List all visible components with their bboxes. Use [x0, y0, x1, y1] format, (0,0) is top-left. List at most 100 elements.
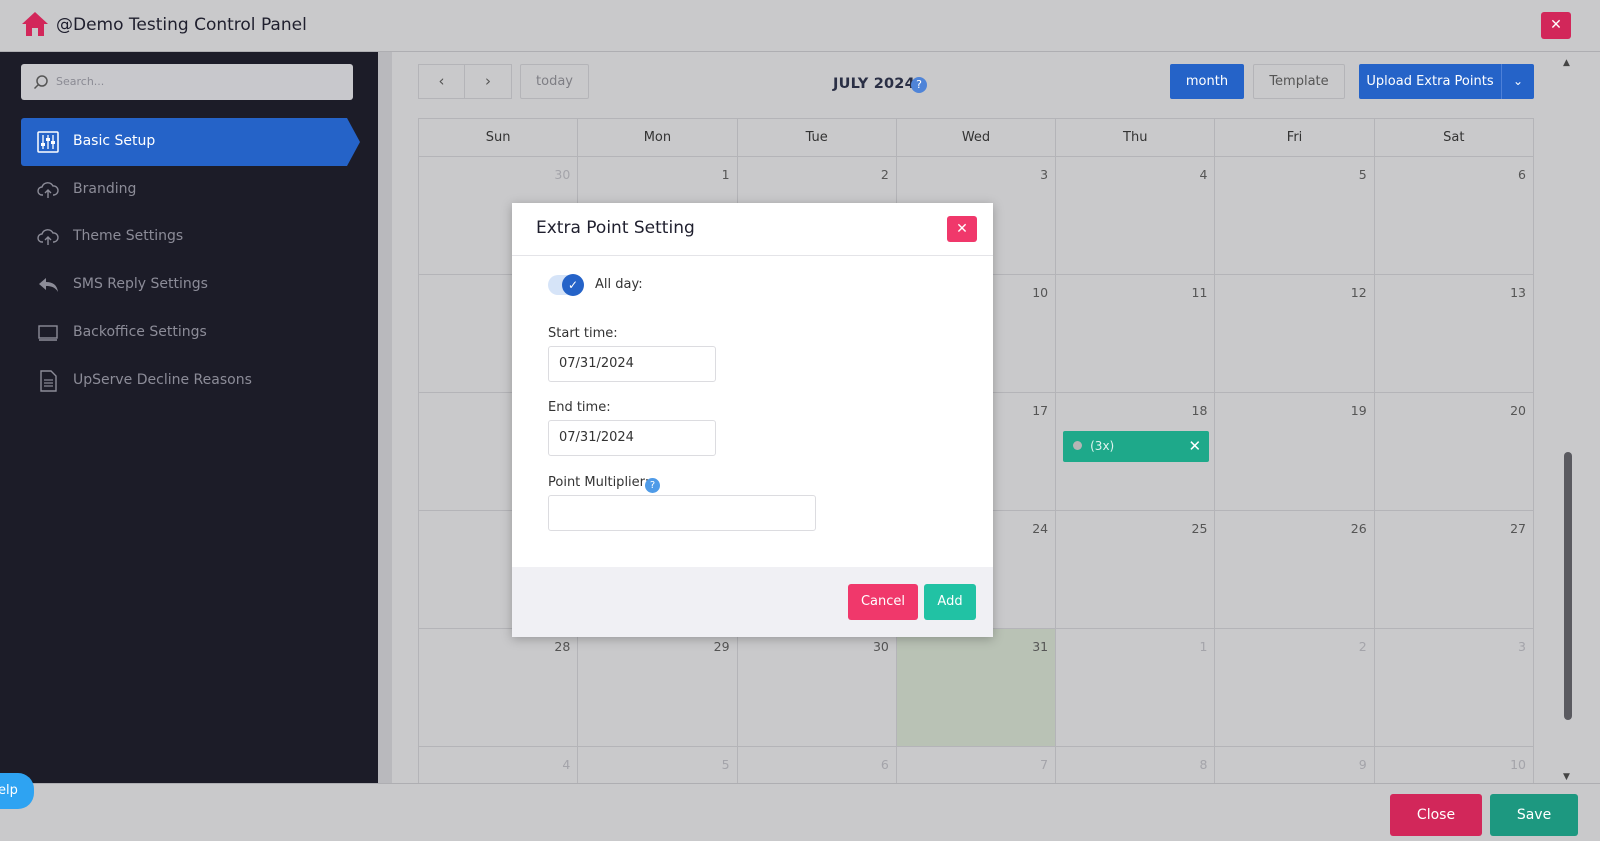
calendar-day[interactable]: 6	[1374, 157, 1534, 275]
day-number: 12	[1350, 285, 1367, 300]
calendar-title: JULY 2024	[833, 76, 915, 92]
prev-month-button[interactable]: ‹	[418, 64, 465, 99]
day-number: 18	[1191, 403, 1208, 418]
calendar-day[interactable]: 26	[1215, 511, 1375, 629]
day-number: 27	[1510, 521, 1526, 536]
title-bar: @Demo Testing Control Panel ✕	[0, 0, 1600, 52]
calendar-day[interactable]: 20	[1374, 393, 1534, 511]
sidebar-item-theme-settings[interactable]: Theme Settings	[21, 213, 347, 261]
day-number: 2	[1358, 639, 1367, 654]
next-month-button[interactable]: ›	[465, 64, 512, 99]
check-icon: ✓	[562, 274, 584, 296]
help-tab[interactable]: elp	[0, 773, 34, 809]
day-number: 25	[1191, 521, 1208, 536]
weekday-label: Sat	[1374, 119, 1534, 157]
close-button[interactable]: Close	[1390, 794, 1482, 836]
home-icon[interactable]	[21, 11, 49, 37]
sidebar-item-label: SMS Reply Settings	[73, 276, 208, 292]
calendar-day[interactable]: 2	[1215, 629, 1375, 747]
calendar-day[interactable]: 27	[1374, 511, 1534, 629]
calendar-day[interactable]: 18 (3x) ✕	[1056, 393, 1216, 511]
event-dot-icon	[1073, 441, 1083, 450]
sidebar-item-basic-setup[interactable]: Basic Setup	[21, 118, 360, 166]
cancel-button[interactable]: Cancel	[848, 584, 918, 620]
dialog-header: Extra Point Setting ✕	[512, 203, 993, 256]
day-number: 30	[872, 639, 889, 654]
add-button[interactable]: Add	[924, 584, 976, 620]
scroll-up-icon[interactable]: ▲	[1563, 58, 1570, 68]
search-input[interactable]: Search...	[21, 64, 353, 100]
calendar-day[interactable]: 5	[1215, 157, 1375, 275]
extra-point-event[interactable]: (3x) ✕	[1063, 431, 1210, 462]
allday-toggle[interactable]: ✓	[548, 274, 584, 296]
day-number: 6	[880, 757, 889, 772]
calendar-day[interactable]: 28	[419, 629, 579, 747]
chevron-down-icon[interactable]: ⌄	[1501, 64, 1534, 99]
calendar-day[interactable]: 29	[578, 629, 738, 747]
today-button[interactable]: today	[520, 64, 589, 99]
day-number: 20	[1510, 403, 1526, 418]
day-number: 26	[1350, 521, 1367, 536]
upload-extra-points-button[interactable]: Upload Extra Points	[1359, 64, 1501, 99]
day-number: 4	[562, 757, 571, 772]
calendar-day[interactable]: 11	[1056, 275, 1216, 393]
scrollbar-track[interactable]	[1578, 52, 1600, 783]
day-number: 3	[1040, 167, 1049, 182]
sidebar-item-backoffice-settings[interactable]: Backoffice Settings	[21, 309, 347, 357]
scrollbar-thumb[interactable]	[1564, 452, 1572, 720]
day-number: 1	[721, 167, 730, 182]
calendar-day[interactable]: 3	[1374, 629, 1534, 747]
window-close-button[interactable]: ✕	[1541, 12, 1571, 39]
calendar-day[interactable]: 4	[1056, 157, 1216, 275]
calendar-day[interactable]: 19	[1215, 393, 1375, 511]
day-number: 11	[1191, 285, 1208, 300]
scroll-down-icon[interactable]: ▼	[1563, 772, 1570, 782]
allday-label: All day:	[595, 277, 643, 292]
divider	[378, 52, 392, 783]
day-number: 7	[1040, 757, 1049, 772]
calendar-nav: ‹ ›	[418, 64, 512, 99]
help-icon[interactable]: ?	[911, 77, 927, 93]
day-number: 31	[1032, 639, 1049, 654]
sidebar-item-branding[interactable]: Branding	[21, 166, 347, 214]
sidebar: Search... Basic Setup Branding Theme Set…	[0, 52, 378, 783]
sidebar-item-sms-reply-settings[interactable]: SMS Reply Settings	[21, 261, 347, 309]
weekday-label: Mon	[578, 119, 738, 157]
point-multiplier-label: Point Multiplier:	[548, 475, 650, 490]
end-time-input[interactable]: 07/31/2024	[548, 420, 716, 456]
app-title: @Demo Testing Control Panel	[56, 15, 307, 35]
dialog-title: Extra Point Setting	[536, 218, 695, 238]
month-view-button[interactable]: month	[1170, 64, 1244, 99]
day-number: 1	[1199, 639, 1208, 654]
calendar-day-today[interactable]: 31	[896, 629, 1057, 747]
calendar-day[interactable]: 13	[1374, 275, 1534, 393]
day-number: 5	[721, 757, 730, 772]
day-number: 5	[1358, 167, 1367, 182]
dialog-close-button[interactable]: ✕	[947, 216, 977, 242]
calendar-day[interactable]: 30	[737, 629, 897, 747]
reply-icon	[39, 278, 58, 292]
calendar-day[interactable]: 25	[1056, 511, 1216, 629]
template-button[interactable]: Template	[1253, 64, 1345, 99]
sidebar-item-label: Backoffice Settings	[73, 324, 207, 340]
remove-event-icon[interactable]: ✕	[1189, 437, 1202, 455]
extra-point-setting-dialog: Extra Point Setting ✕ ✓ All day: Start t…	[512, 203, 993, 637]
weekday-label: Thu	[1056, 119, 1216, 157]
day-number: 24	[1032, 521, 1049, 536]
day-number: 30	[554, 167, 571, 182]
start-time-input[interactable]: 07/31/2024	[548, 346, 716, 382]
sidebar-item-upserve-decline-reasons[interactable]: UpServe Decline Reasons	[21, 357, 347, 405]
help-icon[interactable]: ?	[645, 478, 660, 493]
search-placeholder: Search...	[56, 75, 105, 88]
sliders-icon	[37, 131, 59, 153]
day-number: 6	[1518, 167, 1526, 182]
cloud-upload-icon	[37, 182, 59, 198]
day-number: 29	[713, 639, 730, 654]
point-multiplier-input[interactable]	[548, 495, 816, 531]
calendar-day[interactable]: 12	[1215, 275, 1375, 393]
save-button[interactable]: Save	[1490, 794, 1578, 836]
monitor-icon	[38, 325, 58, 341]
day-number: 3	[1518, 639, 1526, 654]
dialog-footer: Cancel Add	[512, 567, 993, 637]
calendar-day[interactable]: 1	[1056, 629, 1216, 747]
